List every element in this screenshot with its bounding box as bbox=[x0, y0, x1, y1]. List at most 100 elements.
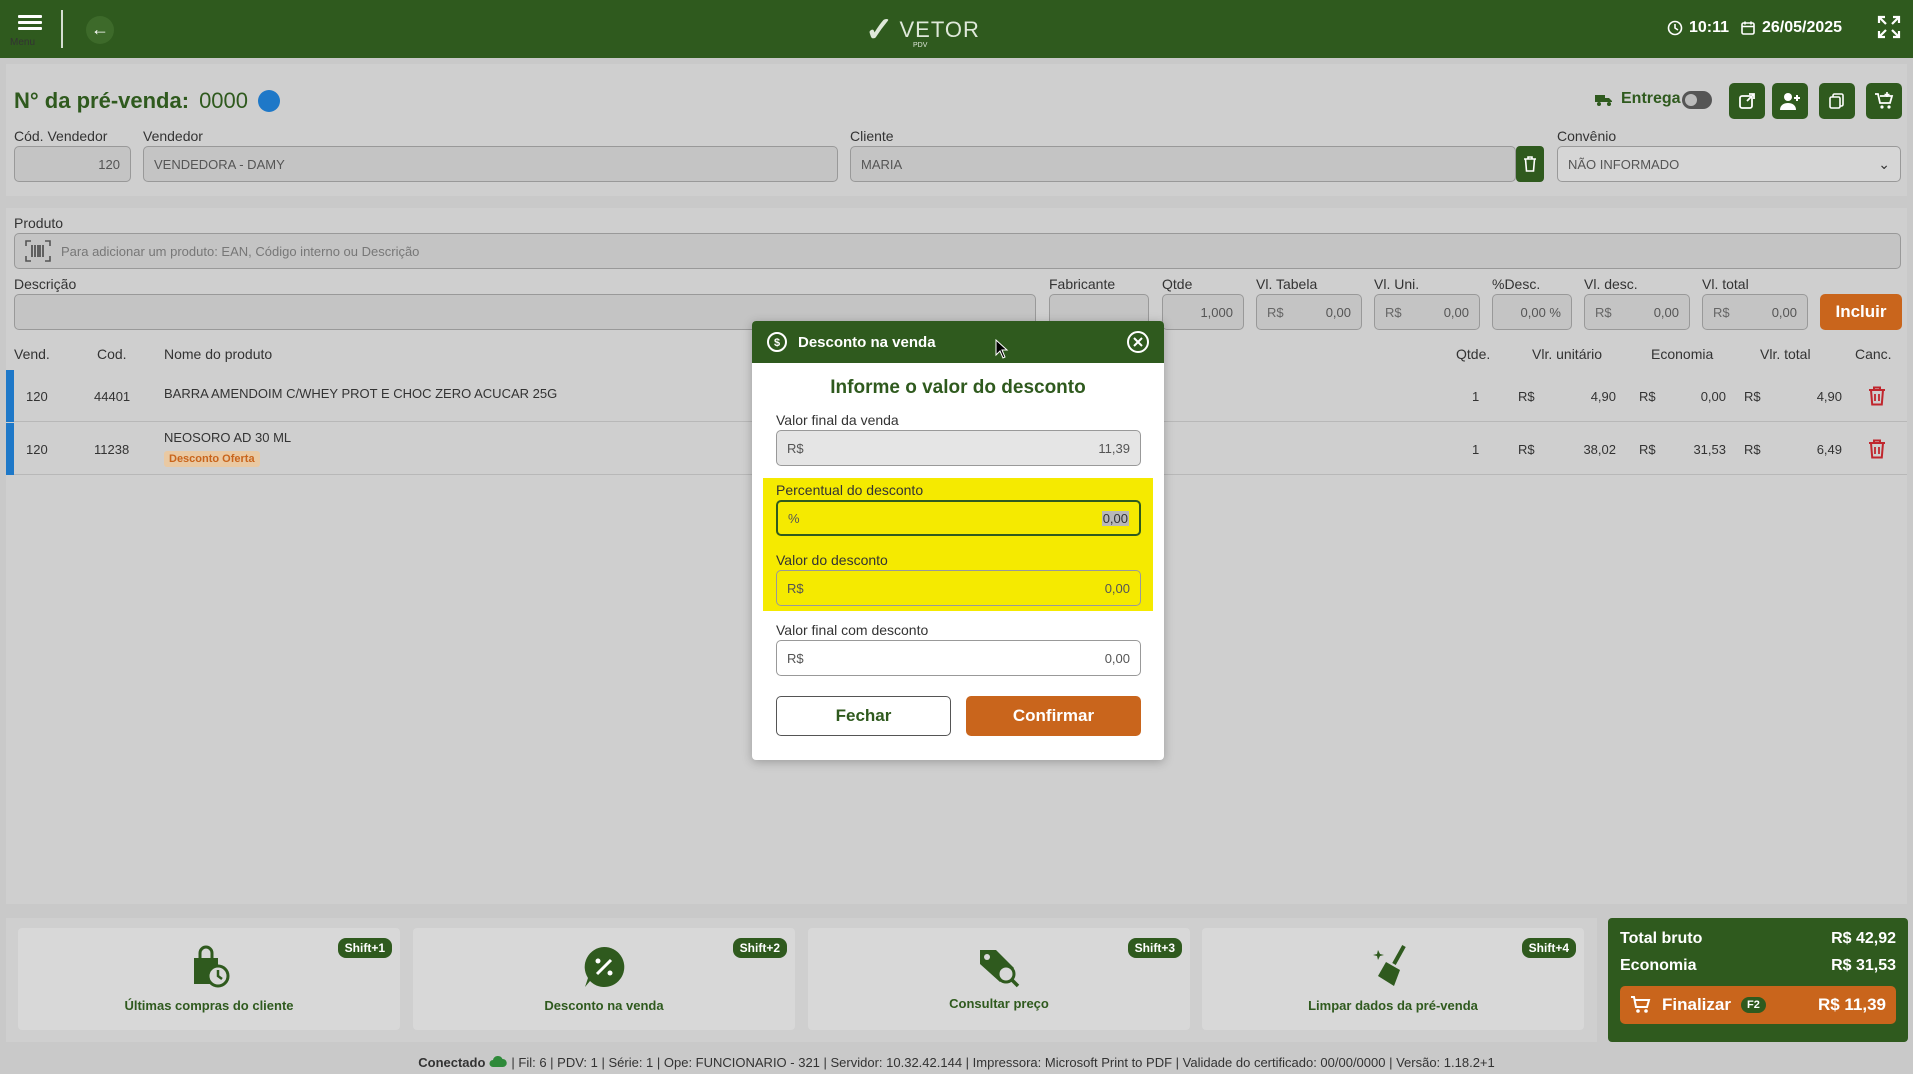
sale-discount-button[interactable]: Shift+2 Desconto na venda bbox=[413, 928, 795, 1030]
finalizar-button[interactable]: Finalizar F2 R$ 11,39 bbox=[1620, 986, 1896, 1024]
row-total-currency: R$ bbox=[1744, 389, 1761, 404]
finalizar-shortcut: F2 bbox=[1740, 997, 1766, 1013]
row-accent bbox=[6, 423, 14, 475]
delivery-icon bbox=[1595, 95, 1612, 106]
totals-panel: Total bruto R$ 42,92 Economia R$ 31,53 F… bbox=[1608, 918, 1908, 1042]
top-bar: Menu ← ✓ VETOR PDV 10:11 26/05/2025 bbox=[0, 0, 1913, 58]
finalizar-amount: R$ 11,39 bbox=[1817, 995, 1886, 1014]
qtde-field[interactable]: 1,000 bbox=[1162, 294, 1244, 330]
cod-vendedor-value: 120 bbox=[98, 156, 120, 172]
total-bruto-value: R$ 42,92 bbox=[1831, 930, 1896, 947]
price-check-button[interactable]: Shift+3 Consultar preço bbox=[808, 928, 1190, 1030]
entrega-toggle[interactable] bbox=[1682, 91, 1712, 109]
row-nome: NEOSORO AD 30 ML bbox=[164, 430, 292, 445]
shortcut-badge: Shift+2 bbox=[732, 938, 787, 958]
clock: 10:11 bbox=[1667, 19, 1729, 37]
share-button[interactable] bbox=[1729, 83, 1765, 119]
incluir-button[interactable]: Incluir bbox=[1820, 294, 1902, 330]
clear-client-button[interactable] bbox=[1516, 146, 1544, 182]
total-economia: Economia R$ 31,53 bbox=[1620, 957, 1896, 975]
action-label: Últimas compras do cliente bbox=[124, 998, 294, 1013]
vl-tabela-label: Vl. Tabela bbox=[1256, 276, 1318, 292]
clear-presale-button[interactable]: Shift+4 Limpar dados da pré-venda bbox=[1202, 928, 1584, 1030]
shortcut-badge: Shift+3 bbox=[1127, 938, 1182, 958]
date: 26/05/2025 bbox=[1740, 19, 1842, 37]
total-economia-value: R$ 31,53 bbox=[1831, 957, 1896, 974]
qtde-label: Qtde bbox=[1162, 276, 1193, 292]
connection-status: Conectado bbox=[418, 1054, 486, 1070]
produto-label: Produto bbox=[14, 215, 64, 231]
valor-final-desc-value: 0,00 bbox=[1104, 650, 1130, 666]
pct-desc-value: 0,00 % bbox=[1520, 304, 1561, 320]
valor-desconto-input[interactable]: R$ 0,00 bbox=[776, 570, 1141, 606]
copy-button[interactable] bbox=[1819, 83, 1855, 119]
last-purchases-button[interactable]: Shift+1 Últimas compras do cliente bbox=[18, 928, 400, 1030]
vl-total-field[interactable]: R$ 0,00 bbox=[1702, 294, 1808, 330]
pct-desc-field[interactable]: 0,00 % bbox=[1492, 294, 1572, 330]
percentual-prefix: % bbox=[788, 510, 800, 526]
produto-search-input[interactable]: Para adicionar um produto: EAN, Código i… bbox=[14, 233, 1901, 269]
fabricante-label: Fabricante bbox=[1049, 276, 1116, 292]
back-button[interactable]: ← bbox=[86, 16, 114, 44]
menu-button[interactable]: Menu bbox=[10, 12, 50, 50]
cart-add-button[interactable] bbox=[1866, 83, 1902, 119]
vl-tabela-value: 0,00 bbox=[1325, 304, 1351, 320]
fullscreen-icon[interactable] bbox=[1876, 14, 1902, 40]
convenio-select[interactable]: NÃO INFORMADO ⌄ bbox=[1557, 146, 1901, 182]
valor-desconto-value: 0,00 bbox=[1104, 580, 1130, 596]
delete-icon[interactable] bbox=[1868, 439, 1886, 459]
vl-desc-field[interactable]: R$ 0,00 bbox=[1584, 294, 1690, 330]
row-total: 6,49 bbox=[1816, 442, 1842, 457]
clock-time: 10:11 bbox=[1689, 19, 1730, 36]
action-label: Limpar dados da pré-venda bbox=[1308, 998, 1478, 1013]
share-icon bbox=[1739, 93, 1755, 109]
vl-tabela-field[interactable]: R$ 0,00 bbox=[1256, 294, 1362, 330]
add-client-button[interactable] bbox=[1772, 83, 1808, 119]
total-bruto: Total bruto R$ 42,92 bbox=[1620, 930, 1896, 948]
vendedor-field[interactable]: VENDEDORA - DAMY bbox=[143, 146, 838, 182]
col-header-vend: Vend. bbox=[14, 346, 50, 362]
cod-vendedor-field[interactable]: 120 bbox=[14, 146, 131, 182]
copy-icon bbox=[1829, 93, 1844, 109]
convenio-label: Convênio bbox=[1557, 128, 1617, 144]
valor-desconto-label: Valor do desconto bbox=[776, 552, 888, 568]
discount-badge: Desconto Oferta bbox=[164, 451, 260, 467]
valor-final-desc-field[interactable]: R$ 0,00 bbox=[776, 640, 1141, 676]
status-bar: Conectado | Fil: 6 | PDV: 1 | Série: 1 |… bbox=[0, 1050, 1913, 1074]
valor-final-label: Valor final da venda bbox=[776, 412, 899, 428]
vl-uni-field[interactable]: R$ 0,00 bbox=[1374, 294, 1480, 330]
delete-icon[interactable] bbox=[1868, 386, 1886, 406]
price-search-icon bbox=[980, 950, 1020, 988]
arrow-left-icon: ← bbox=[91, 19, 109, 39]
valor-final-desc-label: Valor final com desconto bbox=[776, 622, 929, 638]
valor-final-desc-currency: R$ bbox=[787, 650, 804, 666]
percentual-input[interactable]: % 0,00 bbox=[776, 500, 1141, 536]
close-icon[interactable] bbox=[1126, 330, 1150, 354]
row-qtde: 1 bbox=[1472, 442, 1480, 457]
date-text: 26/05/2025 bbox=[1762, 19, 1843, 36]
logo-name: VETOR bbox=[899, 17, 980, 42]
discount-tag-icon bbox=[584, 946, 625, 987]
descricao-label: Descrição bbox=[14, 276, 77, 292]
row-economia: 31,53 bbox=[1693, 442, 1726, 457]
row-accent bbox=[6, 370, 14, 422]
vendedor-label: Vendedor bbox=[143, 128, 203, 144]
row-qtde: 1 bbox=[1472, 389, 1480, 404]
percentual-label: Percentual do desconto bbox=[776, 482, 924, 498]
vl-desc-label: Vl. desc. bbox=[1584, 276, 1638, 292]
confirmar-button[interactable]: Confirmar bbox=[966, 696, 1141, 736]
app-logo: ✓ VETOR PDV bbox=[865, 10, 980, 50]
vl-total-label: Vl. total bbox=[1702, 276, 1749, 292]
dialog-title: Desconto na venda bbox=[798, 333, 936, 351]
page-title-prefix: N° da pré-venda: bbox=[14, 88, 190, 113]
svg-text:$: $ bbox=[774, 337, 780, 349]
convenio-value: NÃO INFORMADO bbox=[1568, 156, 1680, 172]
action-label: Consultar preço bbox=[949, 996, 1049, 1011]
fechar-button[interactable]: Fechar bbox=[776, 696, 951, 736]
cliente-field[interactable]: MARIA bbox=[850, 146, 1516, 182]
row-total: 4,90 bbox=[1816, 389, 1842, 404]
row-vend: 120 bbox=[26, 389, 48, 404]
mouse-cursor-icon bbox=[995, 339, 1009, 359]
col-header-qtde: Qtde. bbox=[1456, 346, 1491, 362]
vl-desc-currency: R$ bbox=[1595, 304, 1612, 320]
